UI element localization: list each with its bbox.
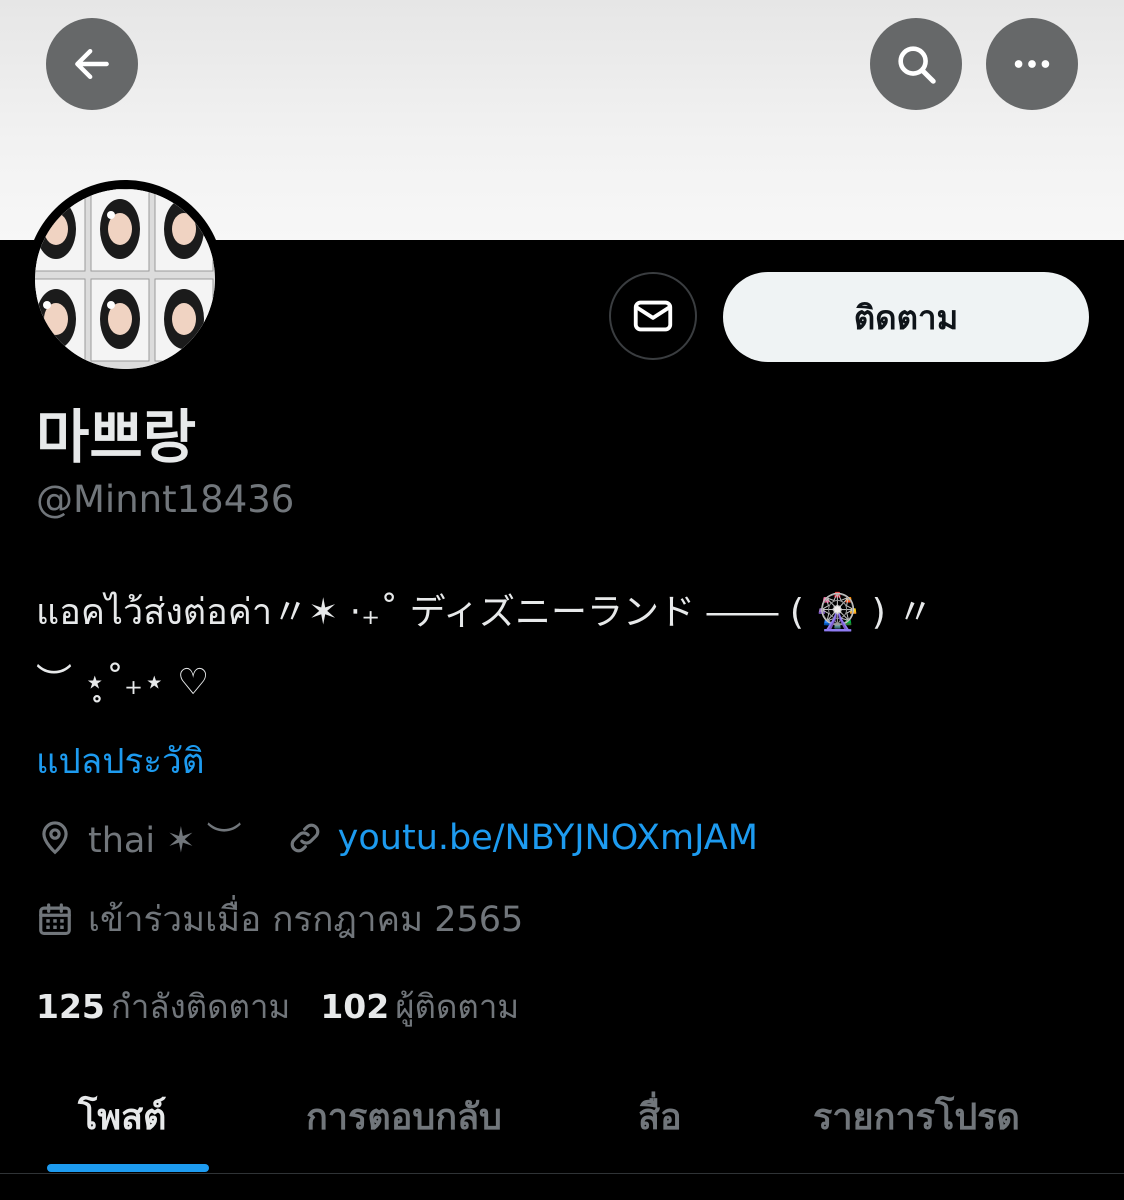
display-name: 마쁘랑 [36,403,197,471]
profile-bio: แอคไว้ส่งต่อค่า〃✶ ⋅₊˚ ディズニーランド ―― ( 🎡 ) … [36,578,1096,718]
calendar-icon [39,902,71,935]
active-tab-indicator [47,1164,209,1172]
username-handle: @Minnt18436 [36,478,295,521]
tab-posts[interactable]: โพสต์ [78,1088,166,1145]
following-label: กำลังติดตาม [110,987,291,1026]
website-link[interactable]: youtu.be/NBYJNOXmJAM [338,818,758,858]
joined-date: เข้าร่วมเมื่อ กรกฎาคม 2565 [36,892,523,947]
avatar[interactable] [26,180,224,378]
search-icon [898,46,936,84]
follow-button[interactable]: ติดตาม [723,272,1089,362]
location-pin-icon [42,820,68,854]
location-text: thai ✶ ︶ [88,821,242,861]
location: thai ✶ ︶ [36,812,242,863]
website[interactable]: youtu.be/NBYJNOXmJAM [286,818,758,858]
tab-likes[interactable]: รายการโปรด [813,1088,1020,1145]
followers-stat[interactable]: 102 ผู้ติดตาม [320,980,519,1033]
search-button[interactable] [870,18,962,110]
tab-replies[interactable]: การตอบกลับ [306,1088,502,1145]
joined-row: เข้าร่วมเมื่อ กรกฎาคม 2565 [36,892,523,947]
mail-icon [633,300,673,332]
tab-media[interactable]: สื่อ [638,1088,682,1145]
follow-stats: 125 กำลังติดตาม 102 ผู้ติดตาม [36,980,549,1033]
following-count: 125 [36,987,105,1026]
translate-bio-link[interactable]: แปลประวัติ [36,734,204,789]
back-button[interactable] [46,18,138,110]
profile-tabs: โพสต์ การตอบกลับ สื่อ รายการโปรด [0,1070,1124,1174]
profile-meta-row: thai ✶ ︶ youtu.be/NBYJNOXmJAM [36,812,758,863]
followers-label: ผู้ติดตาม [395,987,520,1026]
avatar-image [35,189,215,369]
link-icon [290,823,319,852]
bio-line: แอคไว้ส่งต่อค่า〃✶ ⋅₊˚ ディズニーランド ―― ( 🎡 ) … [36,592,934,633]
following-stat[interactable]: 125 กำลังติดตาม [36,980,290,1033]
more-button[interactable] [986,18,1078,110]
message-button[interactable] [609,272,697,360]
followers-count: 102 [320,987,390,1026]
divider [0,1173,1124,1174]
joined-text: เข้าร่วมเมื่อ กรกฎาคม 2565 [88,900,524,940]
bio-line: ︶ ⋆̥˚₊⋆ ♡ [36,662,210,703]
more-horizontal-icon [1014,60,1050,68]
arrow-left-icon [75,48,109,80]
